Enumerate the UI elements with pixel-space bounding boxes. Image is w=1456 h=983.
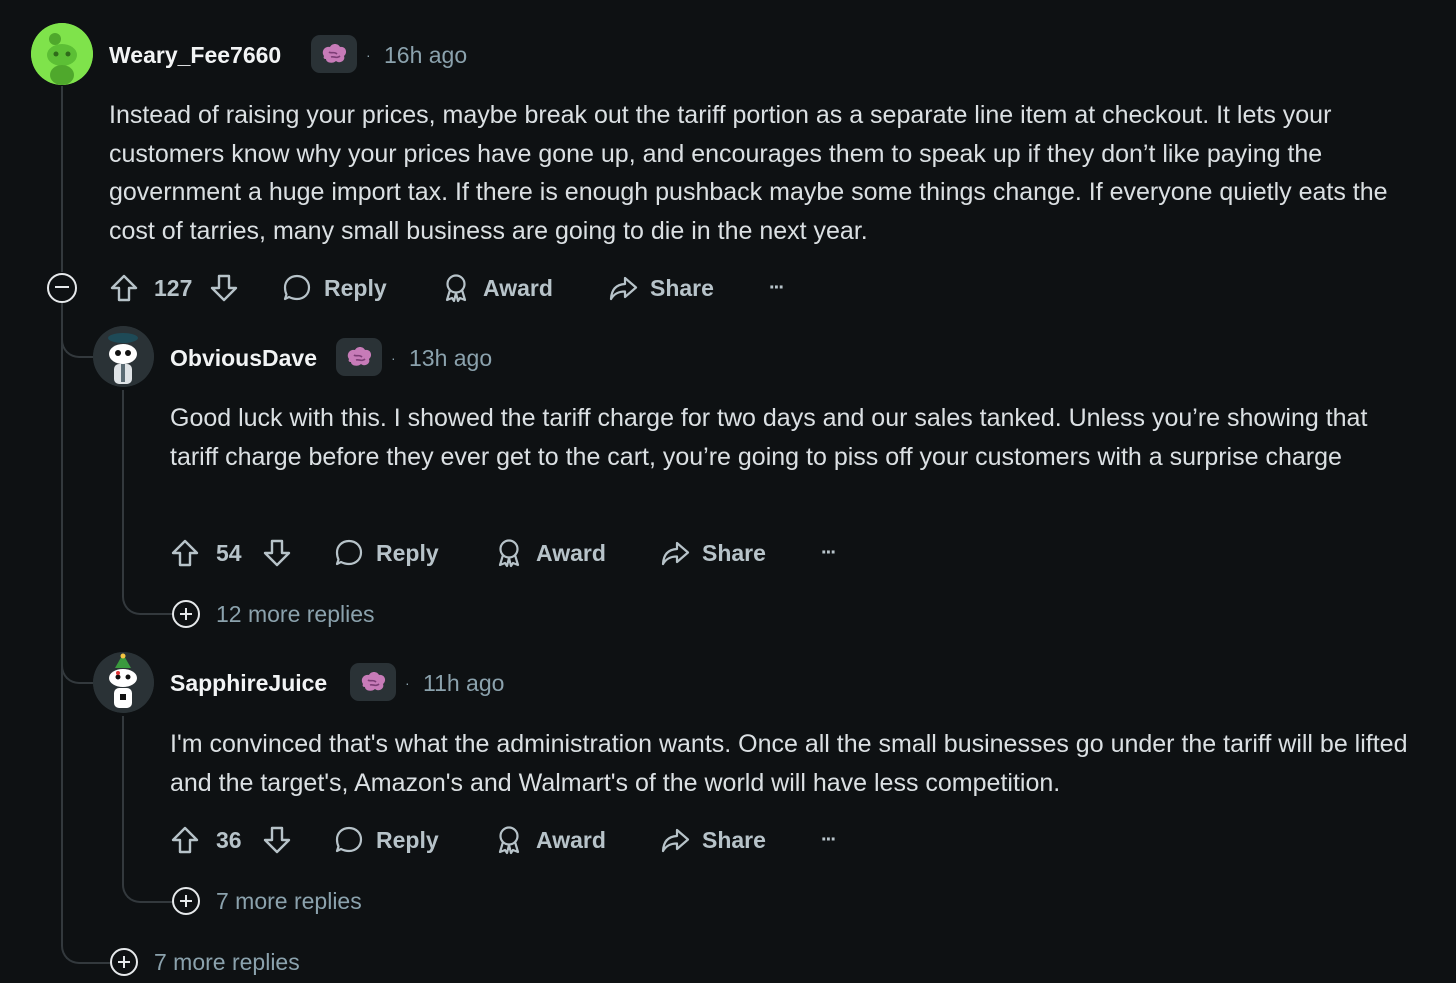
more-options-button[interactable]: ··· (821, 533, 837, 573)
downvote-icon (262, 825, 292, 855)
award-label: Award (536, 826, 606, 853)
share-button[interactable]: Share (660, 533, 766, 573)
comment-body: Instead of raising your prices, maybe br… (109, 101, 1388, 245)
downvote-icon (209, 273, 239, 303)
reply-button[interactable]: Reply (334, 533, 439, 573)
share-label: Share (702, 539, 766, 566)
more-replies-button[interactable]: 7 more replies (110, 945, 300, 979)
reply-label: Reply (324, 274, 387, 301)
comment-body: Good luck with this. I showed the tariff… (170, 404, 1368, 471)
collapse-button[interactable] (47, 273, 77, 303)
expand-icon (172, 600, 200, 628)
upvote-button[interactable] (170, 533, 200, 573)
more-options-button[interactable]: ··· (769, 268, 785, 308)
thread-branch-reply-2 (61, 620, 93, 684)
separator: · (366, 47, 371, 63)
share-icon (660, 825, 690, 855)
upvote-button[interactable] (170, 820, 200, 860)
timestamp[interactable]: 11h ago (423, 669, 504, 697)
thread-branch-reply-2-more (122, 848, 174, 903)
downvote-button[interactable] (262, 533, 292, 573)
reply-button[interactable]: Reply (334, 820, 439, 860)
more-options-icon: ··· (821, 541, 837, 564)
award-button[interactable]: Award (441, 268, 553, 308)
more-replies-label: 12 more replies (216, 600, 375, 627)
more-replies-label: 7 more replies (154, 948, 300, 975)
thread-branch-reply-1-more (122, 560, 174, 615)
comment-bubble-icon (334, 825, 364, 855)
reply-label: Reply (376, 539, 439, 566)
username[interactable]: ObviousDave (170, 344, 317, 372)
username[interactable]: Weary_Fee7660 (109, 41, 281, 69)
user-flair (350, 663, 396, 701)
username[interactable]: SapphireJuice (170, 669, 327, 697)
downvote-icon (262, 538, 292, 568)
share-button[interactable]: Share (608, 268, 714, 308)
more-replies-button[interactable]: 7 more replies (172, 884, 362, 918)
more-options-button[interactable]: ··· (821, 820, 837, 860)
separator: · (391, 350, 396, 366)
award-icon (441, 273, 471, 303)
more-options-icon: ··· (769, 276, 785, 299)
award-icon (494, 538, 524, 568)
vote-count: 127 (154, 275, 193, 301)
avatar[interactable] (93, 652, 154, 713)
award-label: Award (536, 539, 606, 566)
upvote-icon (170, 825, 200, 855)
separator: · (405, 675, 410, 691)
more-replies-label: 7 more replies (216, 887, 362, 914)
user-flair (311, 35, 357, 73)
share-icon (608, 273, 638, 303)
avatar[interactable] (31, 23, 93, 85)
user-flair (336, 338, 382, 376)
snoo-avatar-icon (93, 326, 154, 387)
thread-branch-top-more (61, 900, 113, 964)
upvote-button[interactable] (109, 268, 139, 308)
share-icon (660, 538, 690, 568)
brain-icon (361, 672, 386, 691)
comment-body: I'm convinced that's what the administra… (170, 730, 1408, 797)
snoo-avatar-icon (93, 652, 154, 713)
award-label: Award (483, 274, 553, 301)
upvote-icon (109, 273, 139, 303)
thread-line-top (61, 86, 63, 272)
award-icon (494, 825, 524, 855)
vote-count: 54 (216, 540, 242, 566)
thread-branch-reply-1 (61, 303, 93, 358)
share-label: Share (702, 826, 766, 853)
share-label: Share (650, 274, 714, 301)
expand-icon (110, 948, 138, 976)
brain-icon (347, 347, 372, 366)
upvote-icon (170, 538, 200, 568)
expand-icon (172, 887, 200, 915)
brain-icon (322, 44, 347, 63)
award-button[interactable]: Award (494, 820, 606, 860)
comment-bubble-icon (282, 273, 312, 303)
reply-button[interactable]: Reply (282, 268, 387, 308)
collapse-icon (47, 273, 77, 303)
snoo-avatar-icon (31, 23, 93, 85)
downvote-button[interactable] (209, 268, 239, 308)
downvote-button[interactable] (262, 820, 292, 860)
timestamp[interactable]: 16h ago (384, 41, 467, 69)
vote-count: 36 (216, 827, 242, 853)
timestamp[interactable]: 13h ago (409, 344, 492, 372)
share-button[interactable]: Share (660, 820, 766, 860)
thread-line-reply-1 (122, 390, 124, 580)
more-options-icon: ··· (821, 828, 837, 851)
comment-bubble-icon (334, 538, 364, 568)
more-replies-button[interactable]: 12 more replies (172, 597, 375, 631)
thread-line-reply-2 (122, 716, 124, 866)
avatar[interactable] (93, 326, 154, 387)
award-button[interactable]: Award (494, 533, 606, 573)
reply-label: Reply (376, 826, 439, 853)
